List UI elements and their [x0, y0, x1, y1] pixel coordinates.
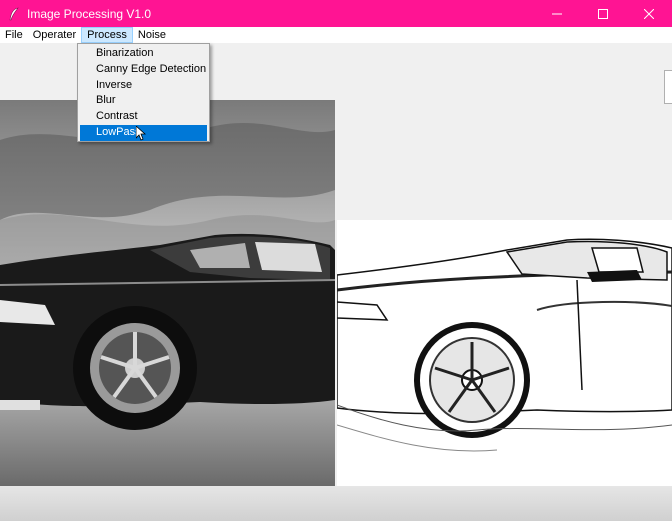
- feather-icon: [6, 6, 22, 22]
- window-controls: [534, 0, 672, 27]
- menu-bar: File Operater Process Noise: [0, 27, 672, 43]
- menu-item-binarization[interactable]: Binarization: [78, 46, 209, 62]
- menu-item-canny-edge-detection[interactable]: Canny Edge Detection: [78, 62, 209, 78]
- menu-item-blur[interactable]: Blur: [78, 93, 209, 109]
- menu-item-inverse[interactable]: Inverse: [78, 78, 209, 94]
- menu-noise[interactable]: Noise: [133, 27, 171, 43]
- menu-operater[interactable]: Operater: [28, 27, 81, 43]
- app-window: Image Processing V1.0 File Operater Proc…: [0, 0, 672, 521]
- scrollbar[interactable]: [664, 70, 672, 104]
- menu-process[interactable]: Process: [81, 27, 133, 43]
- processed-image: [337, 220, 672, 486]
- menu-file[interactable]: File: [0, 27, 28, 43]
- bottom-area: [0, 486, 672, 521]
- window-title: Image Processing V1.0: [27, 6, 152, 21]
- maximize-icon[interactable]: [580, 0, 626, 27]
- minimize-icon[interactable]: [534, 0, 580, 27]
- original-image: [0, 100, 335, 486]
- menu-item-contrast[interactable]: Contrast: [78, 109, 209, 125]
- close-icon[interactable]: [626, 0, 672, 27]
- title-bar[interactable]: Image Processing V1.0: [0, 0, 672, 27]
- mouse-cursor-icon: [135, 125, 147, 142]
